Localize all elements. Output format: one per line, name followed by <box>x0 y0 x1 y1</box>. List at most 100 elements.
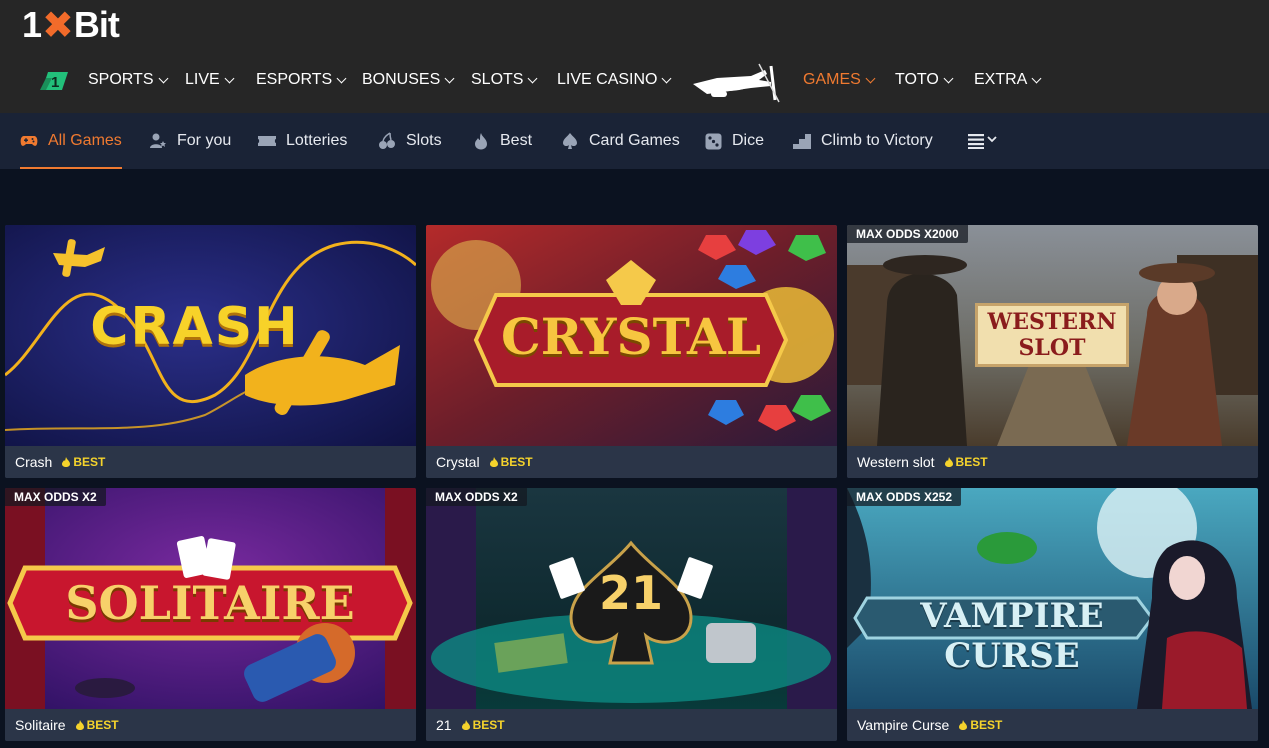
flame-icon <box>959 720 968 730</box>
game-name: Solitaire <box>15 717 66 733</box>
tab-all-games[interactable]: All Games <box>20 113 122 169</box>
nav-live-casino[interactable]: LIVE CASINO <box>557 70 672 90</box>
chevron-down-icon <box>943 73 954 83</box>
nav-toto[interactable]: TOTO <box>895 70 954 90</box>
nav-sports[interactable]: SPORTS <box>88 70 168 90</box>
nav-label: ESPORTS <box>256 71 333 88</box>
flame-icon <box>472 132 490 150</box>
chevron-down-icon <box>865 73 876 83</box>
game-card-western-slot[interactable]: WESTERN SLOT MAX ODDS X2000 Western slot… <box>847 225 1258 478</box>
tab-slots[interactable]: Slots <box>378 113 442 169</box>
flame-icon <box>489 457 498 467</box>
game-card-crash[interactable]: CRASH Crash BEST <box>5 225 416 478</box>
game-name: Crystal <box>436 454 480 470</box>
ticket-icon <box>258 132 276 150</box>
cherry-icon <box>378 132 396 150</box>
svg-text:1: 1 <box>51 74 59 91</box>
game-name: Vampire Curse <box>857 717 950 733</box>
nav-extra[interactable]: EXTRA <box>974 70 1042 90</box>
flame-icon <box>461 720 470 730</box>
tab-label: All Games <box>48 132 122 149</box>
chevron-down-icon <box>662 73 672 83</box>
game-art-title: WESTERN SLOT <box>987 309 1117 361</box>
best-label: BEST <box>472 718 505 732</box>
game-card-21[interactable]: 21 MAX ODDS X2 21 BEST <box>426 488 837 741</box>
chevron-down-icon <box>528 73 538 83</box>
tab-label: Card Games <box>589 132 680 149</box>
game-card-vampire-curse[interactable]: VAMPIRE CURSE MAX ODDS X252 Vampire Curs… <box>847 488 1258 741</box>
spade-icon <box>561 132 579 150</box>
game-thumbnail: CRYSTAL <box>426 225 837 446</box>
game-thumbnail: SOLITAIRE MAX ODDS X2 <box>5 488 416 709</box>
brand-logo[interactable]: 1 ✖ Bit <box>22 4 120 47</box>
best-badge: BEST <box>944 455 988 469</box>
best-badge: BEST <box>959 718 1002 732</box>
main-nav: 1 SPORTS LIVE ESPORTS BONUSES SLOTS LIVE… <box>0 58 1269 104</box>
game-caption: Solitaire BEST <box>5 709 416 741</box>
game-art-title: VAMPIRE CURSE <box>920 596 1104 676</box>
best-label: BEST <box>86 718 119 732</box>
nav-live[interactable]: LIVE <box>185 70 235 90</box>
game-thumbnail: VAMPIRE CURSE MAX ODDS X252 <box>847 488 1258 709</box>
nav-label: TOTO <box>895 71 939 88</box>
user-star-icon <box>149 132 167 150</box>
game-art-title: 21 <box>598 566 663 620</box>
game-card-crystal[interactable]: CRYSTAL Crystal BEST <box>426 225 837 478</box>
tab-lotteries[interactable]: Lotteries <box>258 113 347 169</box>
game-name: Crash <box>15 454 53 470</box>
category-tabs: All Games For you Lotteries Slots Best C… <box>0 113 1269 169</box>
game-caption: 21 BEST <box>426 709 837 741</box>
best-badge: BEST <box>62 455 105 469</box>
best-label: BEST <box>955 455 988 469</box>
nav-games[interactable]: GAMES <box>803 70 876 90</box>
max-odds-badge: MAX ODDS X2000 <box>847 225 968 243</box>
flame-icon <box>944 457 953 467</box>
western-sign: WESTERN SLOT <box>975 303 1129 367</box>
nav-label: LIVE CASINO <box>557 71 658 88</box>
tab-dice[interactable]: Dice <box>704 113 764 169</box>
dice-icon <box>704 132 722 150</box>
tab-label: Dice <box>732 132 765 149</box>
max-odds-badge: MAX ODDS X2 <box>426 488 527 506</box>
logo-text-x: ✖ <box>42 4 74 47</box>
best-badge: BEST <box>489 455 533 469</box>
game-thumbnail: CRASH <box>5 225 416 446</box>
game-art-title: CRYSTAL <box>500 307 762 366</box>
logo-text-bit: Bit <box>73 4 120 45</box>
game-name: Western slot <box>857 454 935 470</box>
promo-badge-icon[interactable]: 1 <box>38 68 70 92</box>
game-caption: Crystal BEST <box>426 446 837 478</box>
tab-label: Lotteries <box>286 132 348 149</box>
nav-label: SPORTS <box>88 71 154 88</box>
game-caption: Vampire Curse BEST <box>847 709 1258 741</box>
best-badge: BEST <box>75 718 119 732</box>
tab-card-games[interactable]: Card Games <box>561 113 680 169</box>
nav-label: BONUSES <box>362 71 441 88</box>
game-thumbnail: WESTERN SLOT MAX ODDS X2000 <box>847 225 1258 446</box>
game-name: 21 <box>436 717 452 733</box>
flame-icon <box>75 720 84 730</box>
tab-label: Best <box>500 132 533 149</box>
aviator-plane-icon[interactable] <box>687 60 781 104</box>
game-art-title: CRASH <box>90 297 300 357</box>
tab-label: For you <box>177 132 232 149</box>
menu-list-icon <box>968 134 997 149</box>
game-card-solitaire[interactable]: SOLITAIRE MAX ODDS X2 Solitaire BEST <box>5 488 416 741</box>
tab-climb-to-victory[interactable]: Climb to Victory <box>793 113 933 169</box>
gamepad-icon <box>20 132 38 150</box>
tab-for-you[interactable]: For you <box>149 113 231 169</box>
chevron-down-icon <box>336 73 347 83</box>
more-categories-button[interactable] <box>968 113 1000 169</box>
nav-slots[interactable]: SLOTS <box>471 70 538 90</box>
top-header: 1 ✖ Bit 1 SPORTS LIVE ESPORTS BONUSES SLOT… <box>0 0 1269 113</box>
game-caption: Crash BEST <box>5 446 416 478</box>
nav-bonuses[interactable]: BONUSES <box>362 70 455 90</box>
best-label: BEST <box>500 455 533 469</box>
nav-esports[interactable]: ESPORTS <box>256 70 347 90</box>
chevron-down-icon <box>158 73 168 83</box>
nav-label: LIVE <box>185 71 220 88</box>
max-odds-badge: MAX ODDS X252 <box>847 488 962 506</box>
chevron-down-icon <box>444 73 455 83</box>
tab-best[interactable]: Best <box>472 113 532 169</box>
best-badge: BEST <box>461 718 505 732</box>
